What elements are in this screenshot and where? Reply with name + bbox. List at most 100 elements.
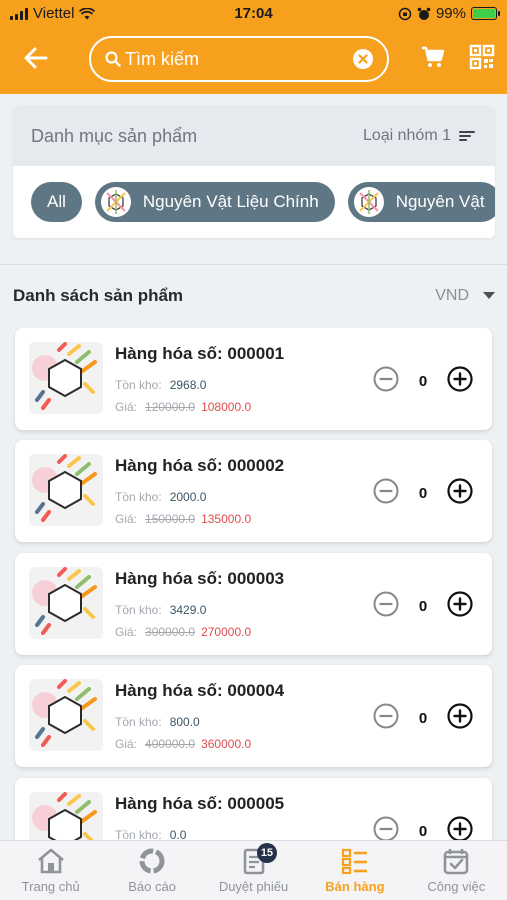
category-chips: All Nguyên Vật Liệu Chính Nguyên Vật [31, 182, 495, 222]
product-image [29, 567, 103, 639]
sale-price: 108000.0 [201, 400, 252, 414]
quantity-stepper: 0 [373, 703, 473, 734]
chip-nguyen-vat[interactable]: Nguyên Vật [347, 182, 495, 222]
caret-down-icon [483, 292, 495, 299]
product-thumbnail-image [32, 342, 97, 410]
decrease-button[interactable] [373, 703, 399, 734]
alarm-icon [417, 7, 431, 20]
product-card[interactable]: Hàng hóa số: 000002 Tồn kho: 2000.0 Giá: 150… [15, 440, 492, 542]
product-image [29, 454, 103, 526]
stock-value: 800.0 [169, 715, 200, 729]
plus-circle-icon [447, 478, 473, 504]
category-thumbnail [100, 187, 131, 217]
decrease-button[interactable] [373, 366, 399, 397]
sort-icon [459, 131, 475, 141]
product-name: Hàng hóa số: 000004 [115, 681, 285, 700]
stock-value: 3429.0 [169, 603, 207, 617]
currency-value: VND [435, 287, 469, 304]
product-price: Giá: 120000.0 108000.0 [115, 400, 251, 414]
category-card: Danh mục sản phẩm Loại nhóm 1 All Nguyên… [13, 106, 495, 238]
chip-nguyen-vat-lieu-chinh[interactable]: Nguyên Vật Liệu Chính [94, 182, 335, 222]
original-price: 120000.0 [145, 400, 196, 414]
approve-badge: 15 [256, 843, 278, 863]
nav-item-approve[interactable]: 15 Duyệt phiếu [203, 841, 304, 900]
battery-percent: 99% [435, 5, 466, 22]
clear-search-button[interactable] [353, 49, 373, 69]
group-filter-button[interactable]: Loại nhóm 1 [363, 127, 475, 145]
chip-label: Nguyên Vật Liệu Chính [142, 192, 319, 211]
nav-item-sales[interactable]: Bán hàng [304, 841, 405, 900]
decrease-button[interactable] [373, 478, 399, 509]
quantity-value: 0 [418, 598, 428, 615]
original-price: 150000.0 [145, 512, 196, 526]
increase-button[interactable] [447, 478, 473, 509]
product-price: Giá: 400000.0 360000.0 [115, 737, 251, 751]
increase-button[interactable] [447, 591, 473, 622]
increase-button[interactable] [447, 366, 473, 397]
product-card[interactable]: Hàng hóa số: 000004 Tồn kho: 800.0 Giá: 4000… [15, 665, 492, 767]
product-image [29, 679, 103, 751]
price-label: Giá: [115, 512, 138, 526]
plus-circle-icon [447, 703, 473, 729]
qr-code-icon [469, 44, 495, 70]
report-icon [139, 848, 165, 874]
quantity-stepper: 0 [373, 478, 473, 509]
search-bar[interactable]: Tìm kiếm [89, 36, 389, 82]
qr-scan-button[interactable] [469, 44, 497, 72]
bottom-nav: Trang chủ Báo cáo 15 Duyệt phiếu Bán hàn… [0, 840, 507, 900]
product-card[interactable]: Hàng hóa số: 000001 Tồn kho: 2968.0 Giá: 120… [15, 328, 492, 430]
nav-item-tasks[interactable]: Công việc [406, 841, 507, 900]
product-thumbnail-image [32, 679, 97, 747]
task-icon [444, 849, 469, 875]
arrow-left-icon [24, 47, 48, 69]
section-divider [0, 264, 507, 265]
plus-circle-icon [447, 816, 473, 842]
chip-label: All [47, 192, 66, 211]
stock-value: 2968.0 [169, 378, 207, 392]
original-price: 400000.0 [145, 737, 196, 751]
cart-button[interactable] [420, 44, 448, 72]
category-thumbnail [353, 187, 384, 217]
chip-all[interactable]: All [31, 182, 82, 222]
search-input[interactable]: Tìm kiếm [125, 49, 199, 70]
product-name: Hàng hóa số: 000005 [115, 794, 285, 813]
status-bar: Viettel 17:04 99% [0, 0, 507, 28]
nav-label: Trang chủ [21, 879, 80, 894]
product-stock: Tồn kho: 2000.0 [115, 490, 206, 504]
quantity-value: 0 [418, 373, 428, 390]
stock-label: Tồn kho: [115, 490, 162, 504]
original-price: 300000.0 [145, 625, 196, 639]
product-thumbnail-image [32, 567, 97, 635]
stock-label: Tồn kho: [115, 603, 162, 617]
price-label: Giá: [115, 737, 138, 751]
cart-icon [422, 46, 445, 67]
product-list-header: Danh sách sản phẩm VND [13, 284, 495, 308]
decrease-button[interactable] [373, 591, 399, 622]
sale-price: 360000.0 [201, 737, 252, 751]
increase-button[interactable] [447, 703, 473, 734]
stock-label: Tồn kho: [115, 715, 162, 729]
quantity-value: 0 [418, 710, 428, 727]
quantity-stepper: 0 [373, 591, 473, 622]
product-stock: Tồn kho: 2968.0 [115, 378, 206, 392]
currency-select[interactable]: VND [435, 287, 495, 305]
product-list-title: Danh sách sản phẩm [13, 286, 184, 305]
home-icon [37, 848, 64, 874]
product-card[interactable]: Hàng hóa số: 000003 Tồn kho: 3429.0 Giá: 300… [15, 553, 492, 655]
product-stock: Tồn kho: 800.0 [115, 715, 200, 729]
minus-circle-icon [373, 366, 399, 392]
sale-price: 270000.0 [201, 625, 252, 639]
group-filter-label: Loại nhóm 1 [362, 127, 451, 144]
close-icon [358, 54, 368, 64]
product-name: Hàng hóa số: 000002 [115, 456, 285, 475]
quantity-stepper: 0 [373, 366, 473, 397]
minus-circle-icon [373, 591, 399, 617]
plus-circle-icon [447, 591, 473, 617]
sale-price: 135000.0 [201, 512, 252, 526]
back-button[interactable] [22, 44, 50, 72]
product-name: Hàng hóa số: 000001 [115, 344, 285, 363]
nav-label: Bán hàng [325, 879, 385, 894]
nav-item-home[interactable]: Trang chủ [0, 841, 101, 900]
price-label: Giá: [115, 625, 138, 639]
nav-item-report[interactable]: Báo cáo [101, 841, 202, 900]
